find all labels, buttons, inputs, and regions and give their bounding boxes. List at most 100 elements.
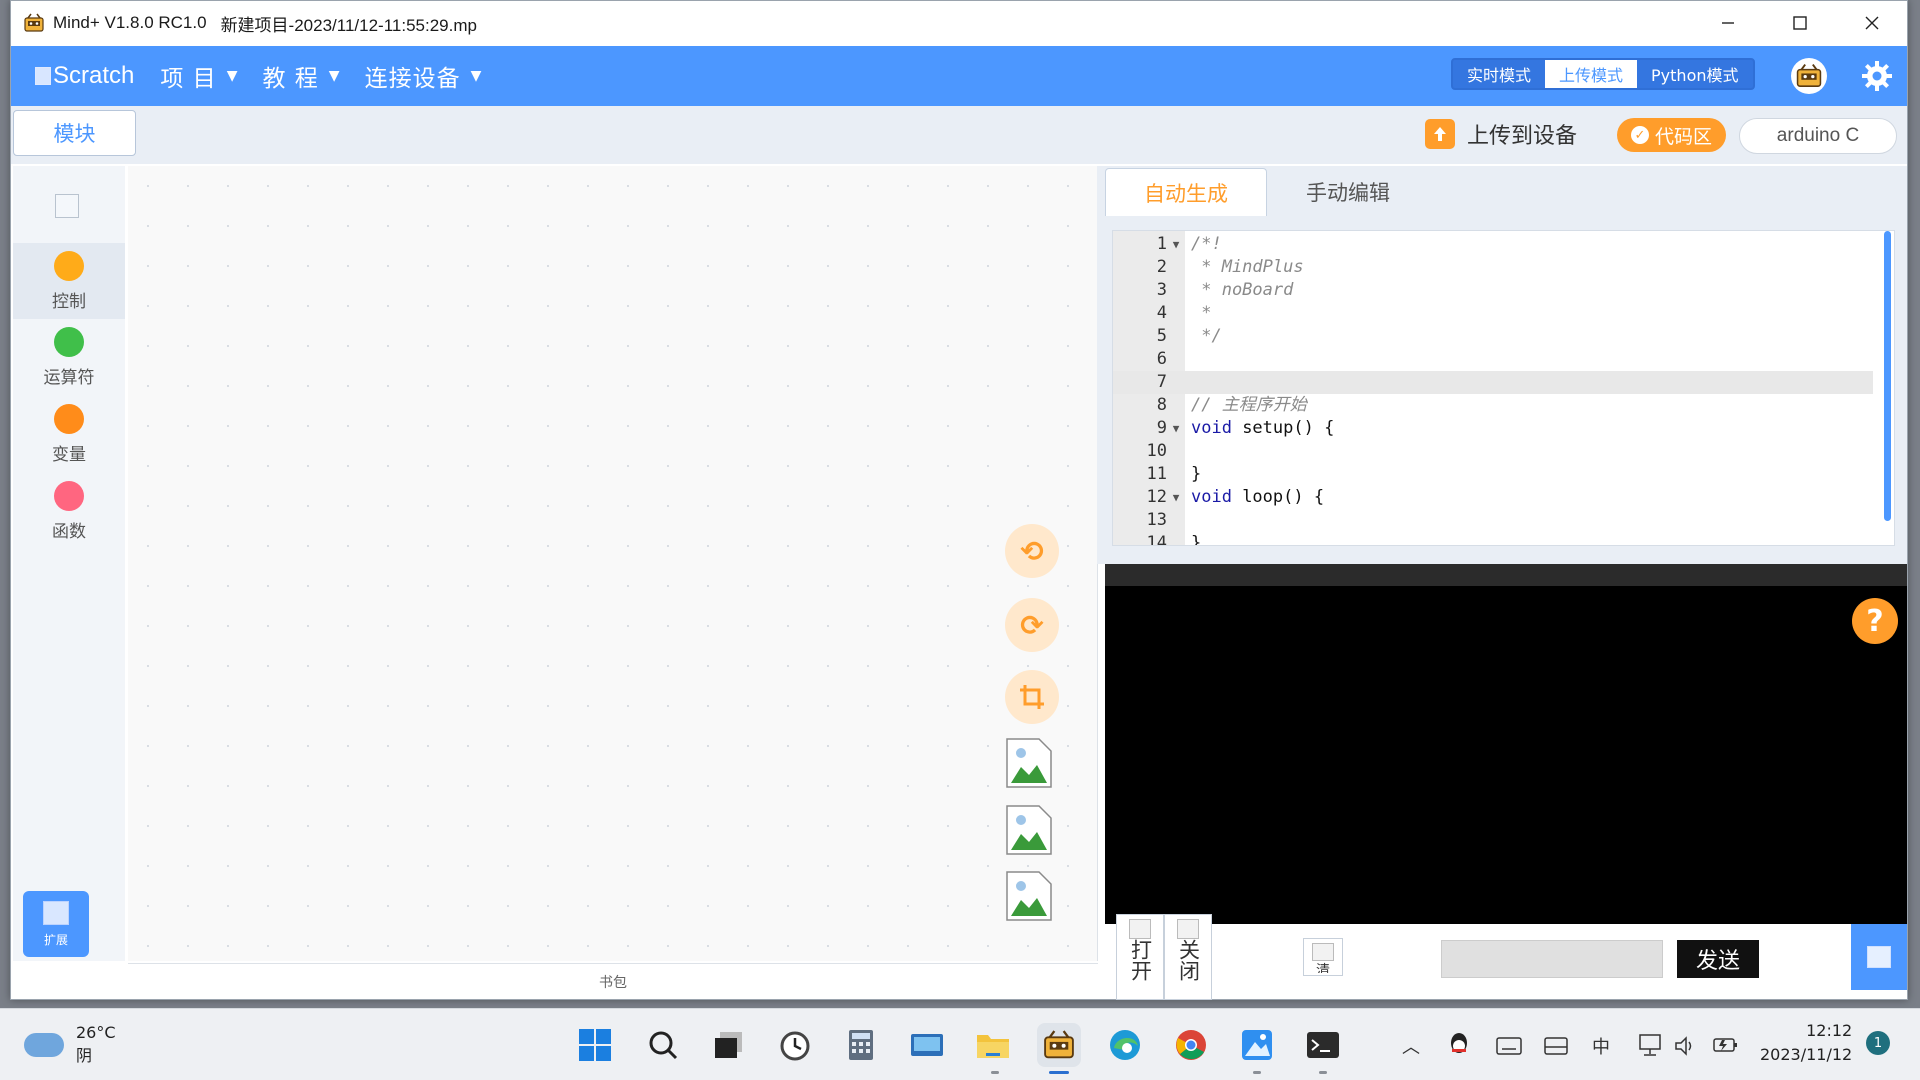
close-button[interactable] bbox=[1836, 1, 1908, 45]
start-button[interactable] bbox=[573, 1023, 617, 1067]
mode-switch: 实时模式 上传模式 Python模式 bbox=[1451, 58, 1755, 90]
code-area-toggle[interactable]: ✓ 代码区 bbox=[1617, 118, 1726, 152]
keyboard-icon[interactable] bbox=[1496, 1037, 1522, 1055]
code-comment: /*! bbox=[1191, 234, 1222, 254]
code-line[interactable]: 4 * bbox=[1113, 302, 1873, 325]
menu-connect-device[interactable]: 连接设备 ▼ bbox=[365, 59, 483, 93]
code-line[interactable]: 2 * MindPlus bbox=[1113, 256, 1873, 279]
fold-caret-icon[interactable]: ▼ bbox=[1167, 486, 1185, 509]
undo-button[interactable]: ⟲ bbox=[1005, 524, 1059, 578]
fold-caret-icon[interactable]: ▼ bbox=[1167, 233, 1185, 256]
code-line[interactable]: 12 ▼ void loop() { bbox=[1113, 486, 1873, 509]
upload-icon bbox=[1425, 119, 1455, 149]
backpack-bar[interactable]: 书包 bbox=[128, 963, 1098, 999]
code-line[interactable]: 7 bbox=[1113, 371, 1873, 394]
title-bar: Mind+ V1.8.0 RC1.0 新建项目-2023/11/12-11:55… bbox=[11, 1, 1907, 45]
serial-open-button[interactable]: 打开 bbox=[1116, 914, 1164, 1000]
tablet-icon[interactable] bbox=[1544, 1037, 1568, 1055]
zoom-out-image-icon[interactable] bbox=[1005, 804, 1053, 856]
help-button[interactable]: ? bbox=[1852, 598, 1898, 644]
mode-python-button[interactable]: Python模式 bbox=[1637, 60, 1752, 88]
settings-button[interactable] bbox=[1859, 58, 1895, 94]
code-text: } bbox=[1185, 532, 1202, 546]
tab-auto-generate[interactable]: 自动生成 bbox=[1105, 168, 1267, 216]
category-operators[interactable]: 运算符 bbox=[13, 319, 125, 395]
category-control[interactable]: 控制 bbox=[13, 243, 125, 319]
taskbar-clock-app[interactable] bbox=[773, 1023, 817, 1067]
network-icon[interactable] bbox=[1638, 1033, 1664, 1057]
code-editor[interactable]: 1 ▼/*! 2 * MindPlus 3 * noBoard 4 * 5 */6 7 8//… bbox=[1112, 230, 1895, 546]
code-plain: } bbox=[1191, 533, 1202, 546]
extensions-button[interactable]: 扩展 bbox=[23, 891, 89, 957]
code-line[interactable]: 6 bbox=[1113, 348, 1873, 371]
code-line[interactable]: 11} bbox=[1113, 463, 1873, 486]
variables-dot-icon bbox=[54, 404, 84, 434]
code-comment: * noBoard bbox=[1191, 280, 1294, 300]
category-variables[interactable]: 变量 bbox=[13, 396, 125, 472]
taskbar-calculator[interactable] bbox=[839, 1023, 883, 1067]
taskbar-task-view[interactable] bbox=[707, 1023, 751, 1067]
category-image-icon[interactable] bbox=[55, 194, 79, 218]
redo-button[interactable]: ⟳ bbox=[1005, 598, 1059, 652]
fold-caret-icon[interactable]: ▼ bbox=[1167, 417, 1185, 440]
code-text: */ bbox=[1185, 325, 1221, 348]
serial-close-button[interactable]: 关闭 bbox=[1164, 914, 1212, 1000]
maximize-button[interactable] bbox=[1764, 1, 1836, 45]
code-text: * MindPlus bbox=[1185, 256, 1303, 279]
clean-up-button[interactable] bbox=[1005, 670, 1059, 724]
menu-tutorial[interactable]: 教 程 ▼ bbox=[262, 59, 340, 93]
block-workspace[interactable]: ⟲ ⟳ bbox=[128, 166, 1098, 961]
code-line[interactable]: 13 bbox=[1113, 509, 1873, 532]
taskbar-file-explorer[interactable] bbox=[971, 1023, 1015, 1067]
line-number: 1 bbox=[1156, 234, 1167, 254]
zoom-in-image-icon[interactable] bbox=[1005, 737, 1053, 789]
serial-send-input[interactable] bbox=[1441, 940, 1663, 978]
taskbar-terminal[interactable] bbox=[1301, 1023, 1345, 1067]
taskbar-chrome[interactable] bbox=[1169, 1023, 1213, 1067]
battery-icon[interactable] bbox=[1712, 1035, 1738, 1055]
code-line[interactable]: 8 // 主程序开始 bbox=[1113, 394, 1873, 417]
code-line[interactable]: 9 ▼ void setup() { bbox=[1113, 417, 1873, 440]
tray-overflow-icon[interactable]: ︿ bbox=[1402, 1033, 1420, 1059]
mode-realtime-button[interactable]: 实时模式 bbox=[1453, 60, 1545, 88]
volume-icon[interactable] bbox=[1674, 1035, 1696, 1057]
qq-icon[interactable] bbox=[1448, 1031, 1470, 1057]
taskbar-mindplus[interactable] bbox=[1037, 1023, 1081, 1067]
serial-settings-button[interactable] bbox=[1851, 924, 1907, 990]
taskbar-photos[interactable] bbox=[1235, 1023, 1279, 1067]
code-line[interactable]: 1 ▼ /*! bbox=[1113, 233, 1873, 256]
code-line[interactable]: 5 */ bbox=[1113, 325, 1873, 348]
category-functions[interactable]: 函数 bbox=[13, 473, 125, 549]
board-select-button[interactable]: arduino C bbox=[1739, 118, 1897, 154]
ime-indicator[interactable]: 中 bbox=[1592, 1033, 1610, 1059]
upload-to-device-button[interactable]: 上传到设备 bbox=[1425, 114, 1577, 154]
code-line[interactable]: 3 * noBoard bbox=[1113, 279, 1873, 302]
taskbar-keyboard-app[interactable] bbox=[905, 1023, 949, 1067]
send-button[interactable]: 发送 bbox=[1677, 940, 1759, 978]
taskbar-clock[interactable]: 12:12 2023/11/12 bbox=[1760, 1019, 1852, 1067]
minimize-button[interactable] bbox=[1692, 1, 1764, 45]
undo-icon: ⟲ bbox=[1020, 534, 1044, 568]
notification-badge[interactable]: 1 bbox=[1866, 1031, 1890, 1055]
weather-widget[interactable]: 26°C 阴 bbox=[24, 1023, 116, 1066]
scratch-logo[interactable]: Scratch bbox=[35, 62, 134, 90]
taskbar-edge[interactable] bbox=[1103, 1023, 1147, 1067]
serial-clear-button[interactable]: 清 bbox=[1303, 938, 1343, 976]
code-line[interactable]: 14} bbox=[1113, 532, 1873, 546]
editor-scrollbar[interactable] bbox=[1884, 231, 1891, 521]
tab-blocks[interactable]: 模块 bbox=[13, 110, 136, 156]
menu-project[interactable]: 项 目 ▼ bbox=[160, 59, 238, 93]
mode-upload-button[interactable]: 上传模式 bbox=[1545, 60, 1638, 88]
menu-bar: Scratch 项 目 ▼ 教 程 ▼ 连接设备 ▼ 实时模式 上传模式 Pyt… bbox=[11, 46, 1907, 106]
tab-manual-edit[interactable]: 手动编辑 bbox=[1267, 168, 1429, 216]
zoom-reset-image-icon[interactable] bbox=[1005, 870, 1053, 922]
close-label: 关闭 bbox=[1176, 939, 1201, 981]
user-avatar-button[interactable] bbox=[1791, 58, 1827, 94]
taskbar-search[interactable] bbox=[641, 1023, 685, 1067]
code-line[interactable]: 10 bbox=[1113, 440, 1873, 463]
serial-terminal[interactable]: ? bbox=[1105, 564, 1907, 924]
